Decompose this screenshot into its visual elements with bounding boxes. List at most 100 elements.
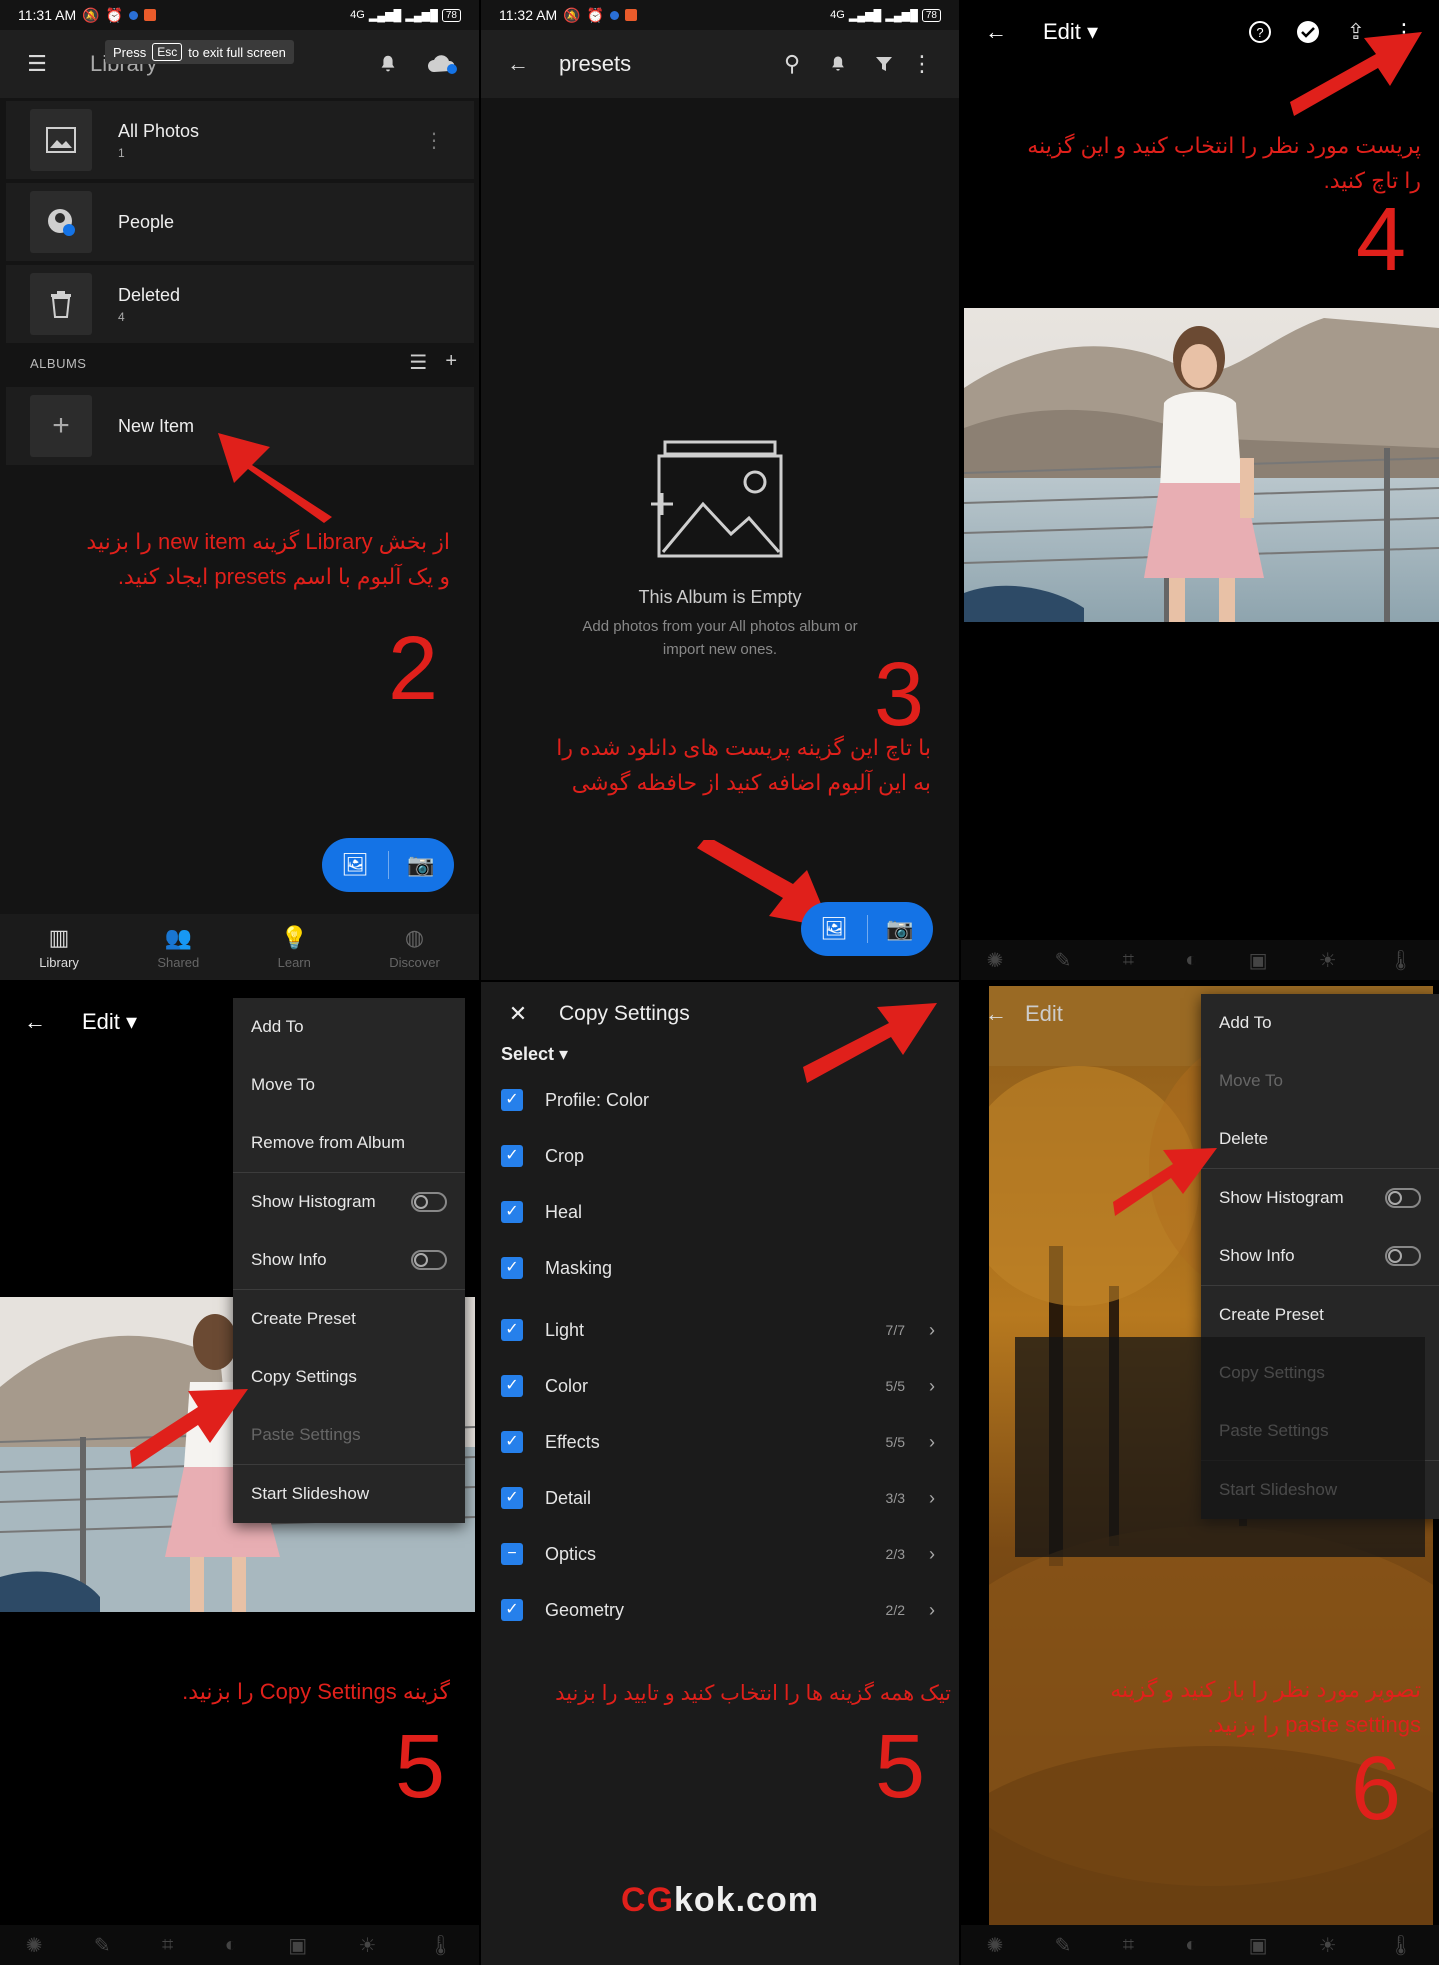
bell-icon[interactable]	[371, 47, 405, 81]
people-search-icon[interactable]: ⚲	[775, 47, 809, 81]
more-vertical-icon[interactable]: ⋮	[1387, 15, 1421, 49]
checkbox-partial-icon[interactable]: −	[501, 1543, 523, 1565]
menu-item[interactable]: Create Preset	[233, 1290, 465, 1348]
menu-item[interactable]: Add To	[1201, 994, 1439, 1052]
chevron-right-icon[interactable]: ›	[929, 1320, 941, 1341]
checkbox-checked-icon[interactable]: ✓	[501, 1487, 523, 1509]
add-photos-fab[interactable]: 🖼 📷	[322, 838, 454, 892]
heal-tool-icon[interactable]: ✎	[94, 1933, 111, 1958]
crop-tool-icon[interactable]: ⌗	[1123, 949, 1134, 972]
confirm-check-icon[interactable]: ✓	[905, 997, 939, 1031]
checkbox-checked-icon[interactable]: ✓	[501, 1599, 523, 1621]
toggle-switch[interactable]	[1385, 1188, 1421, 1208]
menu-item[interactable]: Move To	[233, 1056, 465, 1114]
copy-settings-row[interactable]: ✓ Profile: Color	[501, 1080, 941, 1120]
menu-item[interactable]: Show Histogram	[1201, 1169, 1439, 1227]
back-arrow-icon[interactable]: ←	[979, 15, 1013, 49]
presets-tool-icon[interactable]: ✺	[26, 1933, 43, 1958]
edit-title-dropdown[interactable]: Edit ▾	[82, 1009, 137, 1035]
new-album-item[interactable]: + New Item	[6, 387, 474, 465]
masking-tool-icon[interactable]: ◐	[225, 1934, 237, 1957]
nav-discover[interactable]: ◍ Discover	[389, 925, 440, 970]
cloud-sync-icon[interactable]	[425, 47, 459, 81]
menu-item[interactable]: Copy Settings	[233, 1348, 465, 1406]
light-tool-icon[interactable]: ☀	[1319, 1933, 1337, 1958]
checkbox-checked-icon[interactable]: ✓	[501, 1201, 523, 1223]
auto-tool-icon[interactable]: ▣	[1249, 1933, 1268, 1958]
checkbox-checked-icon[interactable]: ✓	[501, 1145, 523, 1167]
camera-icon[interactable]: 📷	[407, 852, 434, 878]
share-icon[interactable]: ⇪	[1339, 15, 1373, 49]
toggle-switch[interactable]	[411, 1192, 447, 1212]
nav-learn[interactable]: 💡 Learn	[278, 925, 311, 970]
temperature-tool-icon[interactable]: 🌡	[1388, 1933, 1413, 1958]
copy-settings-row[interactable]: ✓ Masking	[501, 1248, 941, 1288]
heal-tool-icon[interactable]: ✎	[1055, 1933, 1072, 1958]
chevron-right-icon[interactable]: ›	[929, 1600, 941, 1621]
presets-tool-icon[interactable]: ✺	[987, 1933, 1004, 1958]
library-row-all-photos[interactable]: All Photos 1 ⋮	[6, 101, 474, 179]
add-photo-icon[interactable]: 🖼	[820, 916, 848, 942]
light-tool-icon[interactable]: ☀	[1319, 948, 1337, 973]
more-vertical-icon[interactable]: ⋮	[424, 128, 444, 153]
copy-settings-row[interactable]: ✓ Light 7/7 ›	[501, 1310, 941, 1350]
back-arrow-icon[interactable]: ←	[501, 47, 535, 81]
more-vertical-icon[interactable]: ⋮	[905, 47, 939, 81]
checkbox-checked-icon[interactable]: ✓	[501, 1089, 523, 1111]
toggle-switch[interactable]	[411, 1250, 447, 1270]
photo-preview[interactable]	[964, 308, 1439, 622]
heal-tool-icon[interactable]: ✎	[1055, 948, 1072, 973]
temperature-tool-icon[interactable]: 🌡	[1388, 948, 1413, 973]
menu-item[interactable]: Remove from Album	[233, 1114, 465, 1172]
add-photos-fab[interactable]: 🖼 📷	[801, 902, 933, 956]
edit-title-dropdown[interactable]: Edit	[1025, 1001, 1063, 1027]
copy-settings-row[interactable]: ✓ Heal	[501, 1192, 941, 1232]
copy-settings-row[interactable]: ✓ Detail 3/3 ›	[501, 1478, 941, 1518]
bell-icon[interactable]	[821, 47, 855, 81]
presets-tool-icon[interactable]: ✺	[987, 948, 1004, 973]
checkbox-checked-icon[interactable]: ✓	[501, 1431, 523, 1453]
menu-item[interactable]: Delete	[1201, 1110, 1439, 1168]
add-photo-icon[interactable]: 🖼	[341, 852, 369, 878]
library-row-deleted[interactable]: Deleted 4	[6, 265, 474, 343]
back-arrow-icon[interactable]: ←	[18, 1005, 52, 1039]
auto-tool-icon[interactable]: ▣	[1249, 948, 1268, 973]
menu-item[interactable]: Show Info	[1201, 1227, 1439, 1285]
crop-tool-icon[interactable]: ⌗	[162, 1934, 173, 1957]
camera-icon[interactable]: 📷	[886, 916, 913, 942]
crop-tool-icon[interactable]: ⌗	[1123, 1934, 1134, 1957]
toggle-switch[interactable]	[1385, 1246, 1421, 1266]
select-dropdown[interactable]: Select ▾	[501, 1044, 568, 1065]
chevron-right-icon[interactable]: ›	[929, 1544, 941, 1565]
chevron-right-icon[interactable]: ›	[929, 1376, 941, 1397]
checkbox-checked-icon[interactable]: ✓	[501, 1319, 523, 1341]
edit-title-dropdown[interactable]: Edit ▾	[1043, 19, 1098, 45]
menu-item[interactable]: Show Histogram	[233, 1173, 465, 1231]
chevron-right-icon[interactable]: ›	[929, 1432, 941, 1453]
sort-icon[interactable]: ☰	[409, 350, 427, 375]
filter-icon[interactable]	[867, 47, 901, 81]
checkbox-checked-icon[interactable]: ✓	[501, 1375, 523, 1397]
temperature-tool-icon[interactable]: 🌡	[428, 1933, 453, 1958]
copy-settings-row[interactable]: ✓ Geometry 2/2 ›	[501, 1590, 941, 1630]
checkbox-checked-icon[interactable]: ✓	[501, 1257, 523, 1279]
copy-settings-row[interactable]: ✓ Crop	[501, 1136, 941, 1176]
menu-item[interactable]: Show Info	[233, 1231, 465, 1289]
hamburger-menu-icon[interactable]: ☰	[20, 47, 54, 81]
close-icon[interactable]: ✕	[501, 997, 535, 1031]
auto-tool-icon[interactable]: ▣	[288, 1933, 307, 1958]
back-arrow-icon[interactable]: ←	[979, 997, 1013, 1031]
menu-item[interactable]: Create Preset	[1201, 1286, 1439, 1344]
menu-item[interactable]: Add To	[233, 998, 465, 1056]
copy-settings-row[interactable]: ✓ Effects 5/5 ›	[501, 1422, 941, 1462]
menu-item[interactable]: Start Slideshow	[233, 1465, 465, 1523]
help-icon[interactable]: ?	[1243, 15, 1277, 49]
masking-tool-icon[interactable]: ◐	[1185, 949, 1197, 972]
masking-tool-icon[interactable]: ◐	[1185, 1934, 1197, 1957]
add-album-icon[interactable]: +	[445, 350, 457, 375]
copy-settings-row[interactable]: ✓ Color 5/5 ›	[501, 1366, 941, 1406]
library-row-people[interactable]: People	[6, 183, 474, 261]
chevron-right-icon[interactable]: ›	[929, 1488, 941, 1509]
copy-settings-row[interactable]: − Optics 2/3 ›	[501, 1534, 941, 1574]
light-tool-icon[interactable]: ☀	[359, 1933, 377, 1958]
